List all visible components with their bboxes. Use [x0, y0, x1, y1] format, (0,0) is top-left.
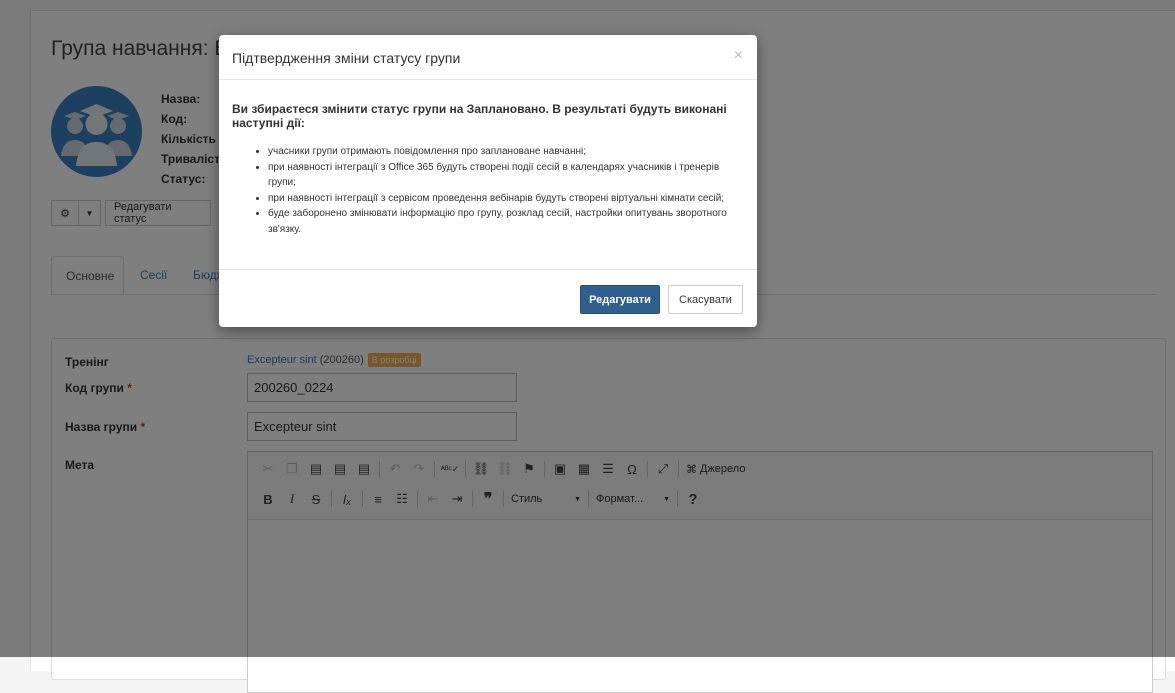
dialog-body: Ви збираєтеся змінити статус групи на За… [219, 80, 757, 237]
list-item: буде заборонено змінювати інформацію про… [268, 206, 744, 237]
list-item: учасники групи отримають повідомлення пр… [268, 144, 744, 160]
dialog-lead-text: Ви збираєтеся змінити статус групи на За… [232, 102, 727, 130]
cancel-button[interactable]: Скасувати [668, 285, 743, 314]
list-item: при наявності інтеграції з Office 365 бу… [268, 160, 744, 191]
dialog-footer: Редагувати Скасувати [219, 269, 757, 328]
dialog-title: Підтвердження зміни статусу групи [232, 50, 461, 66]
confirm-edit-button[interactable]: Редагувати [580, 285, 660, 314]
consequences-list: учасники групи отримають повідомлення пр… [232, 144, 744, 237]
close-icon[interactable]: × [734, 47, 743, 65]
dialog-header: Підтвердження зміни статусу групи × [219, 35, 757, 80]
status-change-dialog: Підтвердження зміни статусу групи × Ви з… [219, 35, 757, 327]
list-item: при наявності інтеграції з сервісом пров… [268, 191, 744, 207]
